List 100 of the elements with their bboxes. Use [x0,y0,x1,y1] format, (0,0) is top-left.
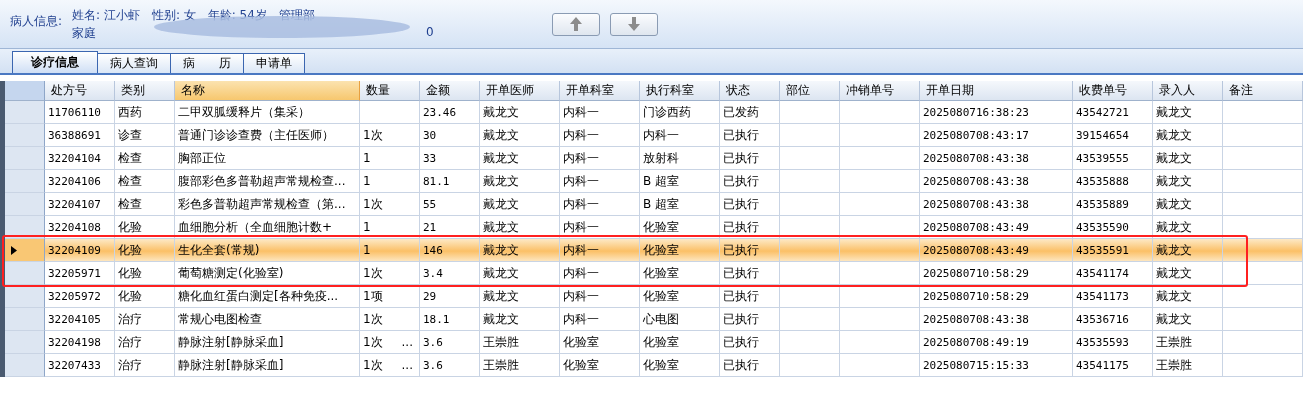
table-cell: 治疗 [115,354,175,377]
empty-cell [780,354,840,377]
table-cell: 32204105 [45,308,115,331]
table-cell: 2025080710:58:29 [920,285,1073,308]
column-header[interactable]: 收费单号 [1073,81,1153,101]
move-down-button[interactable] [610,12,659,36]
table-cell: 王崇胜 [1153,331,1223,354]
table-cell: 已执行 [720,124,780,147]
table-cell: 心电图 [640,308,720,331]
table-cell: 内科一 [560,147,640,170]
tab[interactable]: 申请单 [243,53,305,73]
table-cell: 已执行 [720,331,780,354]
table-cell: B 超室 [640,170,720,193]
column-header[interactable]: 备注 [1223,81,1303,101]
empty-cell [360,101,420,124]
table-cell: 内科一 [560,170,640,193]
table-cell: 32204107 [45,193,115,216]
tab[interactable]: 诊疗信息 [12,51,98,73]
column-header[interactable]: 处方号 [45,81,115,101]
table-cell: 1次 [360,124,420,147]
table-cell: 已执行 [720,285,780,308]
table-cell: 治疗 [115,308,175,331]
patient-info-label: 病人信息: [10,13,63,30]
table-cell: 43535888 [1073,170,1153,193]
table-cell: 2025080708:43:38 [920,193,1073,216]
table-cell: 化验 [115,285,175,308]
patient-info-text: 年龄: 54岁 [207,6,267,24]
empty-cell [780,308,840,331]
current-row-icon [11,245,17,255]
table-cell: 胸部正位 [175,147,360,170]
move-up-button[interactable] [552,12,601,36]
empty-cell [780,262,840,285]
column-header[interactable]: 类别 [115,81,175,101]
column-header[interactable]: 数量 [360,81,420,101]
table-cell: 内科一 [560,262,640,285]
table-cell: 戴龙文 [480,147,560,170]
quantity-text: 1次 [363,356,383,374]
empty-cell [780,331,840,354]
table-cell: 2025080715:15:33 [920,354,1073,377]
corner-cell[interactable] [5,81,45,101]
column-header[interactable]: 名称 [175,81,360,101]
table-cell: 2025080708:43:38 [920,170,1073,193]
table-cell: 1次 [360,262,420,285]
column-header[interactable]: 录入人 [1153,81,1223,101]
table-cell: 3.6 [420,354,480,377]
down-arrow-icon [627,16,642,32]
table-cell: 32204198 [45,331,115,354]
table-cell: 内科一 [560,101,640,124]
table-cell: 32205972 [45,285,115,308]
table-cell: 32204106 [45,170,115,193]
table-cell: 43535889 [1073,193,1153,216]
table-cell: 糖化血红蛋白测定[各种免疫... [175,285,360,308]
column-header[interactable]: 开单医师 [480,81,560,101]
table-cell: 静脉注射[静脉采血] [175,331,360,354]
table-cell: 已执行 [720,170,780,193]
table-cell: 化验 [115,262,175,285]
column-header[interactable]: 部位 [780,81,840,101]
patient-info-text: 管理部 [278,6,315,24]
row-header[interactable] [5,239,45,262]
table-cell: 1项 [360,285,420,308]
tab[interactable]: 病人查询 [97,53,171,73]
table-cell: 戴龙文 [480,170,560,193]
column-header[interactable]: 状态 [720,81,780,101]
column-header[interactable]: 开单日期 [920,81,1073,101]
table-cell: 王崇胜 [480,354,560,377]
column-header[interactable]: 开单科室 [560,81,640,101]
table-cell: 43535591 [1073,239,1153,262]
table-cell: 腹部彩色多普勒超声常规检查... [175,170,360,193]
table-cell: 生化全套(常规) [175,239,360,262]
table-cell: B 超室 [640,193,720,216]
table-cell: 戴龙文 [480,262,560,285]
table-cell: 29 [420,285,480,308]
table-cell: 55 [420,193,480,216]
table-cell: 检查 [115,147,175,170]
table-cell: 戴龙文 [480,124,560,147]
table-cell: 43536716 [1073,308,1153,331]
column-header[interactable]: 金额 [420,81,480,101]
table-cell: 化验室 [640,331,720,354]
empty-cell [780,124,840,147]
column-header[interactable]: 执行科室 [640,81,720,101]
table-cell: 3.4 [420,262,480,285]
table-cell: 43539555 [1073,147,1153,170]
column-header[interactable]: 冲销单号 [840,81,920,101]
table-cell: 化验室 [640,239,720,262]
table-cell: 检查 [115,193,175,216]
table-cell: 诊查 [115,124,175,147]
table-cell: 39154654 [1073,124,1153,147]
more-dots[interactable]: ... [401,335,413,349]
table-cell: 32204104 [45,147,115,170]
table-cell: 已执行 [720,239,780,262]
table-cell: 1 [360,170,420,193]
table-cell: 1次 [360,308,420,331]
table-cell: 内科一 [560,124,640,147]
empty-cell [780,147,840,170]
table-cell: 戴龙文 [480,239,560,262]
empty-cell [780,285,840,308]
table-cell: 32204109 [45,239,115,262]
table-cell: 西药 [115,101,175,124]
tab[interactable]: 病 历 [170,53,244,73]
more-dots[interactable]: ... [401,358,413,372]
